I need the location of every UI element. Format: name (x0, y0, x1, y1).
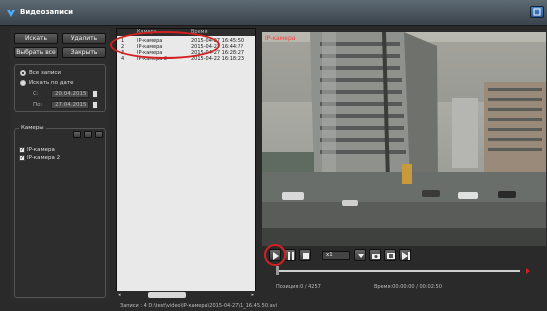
timeline-slider[interactable] (276, 270, 520, 272)
title-bar: Видеозаписи (0, 0, 547, 26)
app-icon (7, 10, 15, 17)
row-time: 2015-04-22 16:18:23 (191, 56, 245, 62)
to-date-field[interactable]: 27.04.2015 (51, 101, 89, 109)
search-by-date-option[interactable]: Искать по дате (20, 80, 74, 86)
camera-tools (73, 131, 103, 138)
video-view: IP-камера (262, 32, 546, 246)
cameras-label: Камеры (19, 125, 46, 131)
camera-2-checkbox[interactable]: ✓ (19, 155, 25, 161)
timeline-end-marker (526, 268, 530, 274)
video-frame (262, 32, 546, 246)
step-forward-icon (402, 252, 410, 260)
camera-overlay-label: IP-камера (265, 35, 296, 42)
horizontal-scrollbar[interactable]: ◂ ▸ (116, 291, 256, 299)
cameras-group: Камеры ✓ IP-камера ✓ IP-камера 2 (14, 125, 106, 298)
scroll-thumb[interactable] (148, 292, 186, 298)
speed-select[interactable]: x1 (322, 251, 350, 260)
search-by-date-radio[interactable] (20, 80, 26, 86)
speed-dropdown-button[interactable] (354, 249, 366, 261)
stop-button[interactable] (299, 249, 311, 261)
scroll-right-icon[interactable]: ▸ (251, 292, 254, 298)
export-button[interactable] (384, 249, 396, 261)
all-records-option[interactable]: Все записи (20, 70, 61, 76)
stop-icon (303, 253, 309, 259)
scroll-left-icon[interactable]: ◂ (118, 292, 121, 298)
camera-2-label: IP-камера 2 (27, 155, 61, 161)
camera-select-all-icon[interactable] (73, 131, 81, 138)
close-button[interactable]: Закрыть (62, 47, 106, 58)
camera-1-label: IP-камера (27, 147, 55, 153)
all-records-label: Все записи (29, 70, 61, 76)
search-by-date-label: Искать по дате (29, 80, 74, 86)
video-records-window: Видеозаписи Искать Удалить Выбрать все З… (0, 0, 547, 311)
from-date-field[interactable]: 20.04.2015 (51, 90, 89, 98)
search-button[interactable]: Искать (14, 33, 58, 44)
left-panel: Искать Удалить Выбрать все Закрыть Все з… (10, 28, 110, 300)
next-frame-button[interactable] (399, 249, 411, 261)
window-control-button[interactable] (530, 6, 544, 18)
records-list: Камера Время 1 IP-камера 2015-04-27 16:4… (116, 28, 256, 298)
to-calendar-icon[interactable] (92, 101, 98, 109)
camera-invert-icon[interactable] (95, 131, 103, 138)
playback-controls: x1 Позиция:0 / 4257 Время:00:00:00 / 00:… (262, 246, 546, 300)
all-records-radio[interactable] (20, 70, 26, 76)
camera-icon (372, 254, 380, 259)
timeline-thumb[interactable] (276, 266, 279, 275)
select-all-button[interactable]: Выбрать все (14, 47, 58, 58)
selection-annotation (110, 31, 220, 59)
row-num: 4 (121, 56, 125, 62)
snapshot-button[interactable] (369, 249, 381, 261)
camera-1-checkbox[interactable]: ✓ (19, 147, 25, 153)
window-icon (533, 8, 541, 16)
play-button-annotation (264, 244, 286, 266)
position-readout: Позиция:0 / 4257 (276, 284, 321, 290)
time-readout: Время:00:00:00 / 00:02:50 (374, 284, 442, 290)
camera-item-1[interactable]: ✓ IP-камера (19, 147, 55, 153)
date-filter-group: Все записи Искать по дате С: 20.04.2015 … (14, 64, 106, 112)
camera-item-2[interactable]: ✓ IP-камера 2 (19, 155, 60, 161)
from-calendar-icon[interactable] (92, 90, 98, 98)
window-title: Видеозаписи (20, 8, 74, 16)
pause-icon (288, 252, 294, 260)
to-label: По: (33, 102, 43, 108)
from-label: С: (33, 91, 39, 97)
film-icon (387, 253, 395, 259)
delete-button[interactable]: Удалить (62, 33, 106, 44)
chevron-down-icon (358, 254, 364, 258)
camera-deselect-icon[interactable] (84, 131, 92, 138)
status-bar: Записи : 4 D:\test\video\IP-камера\2015-… (120, 303, 277, 309)
